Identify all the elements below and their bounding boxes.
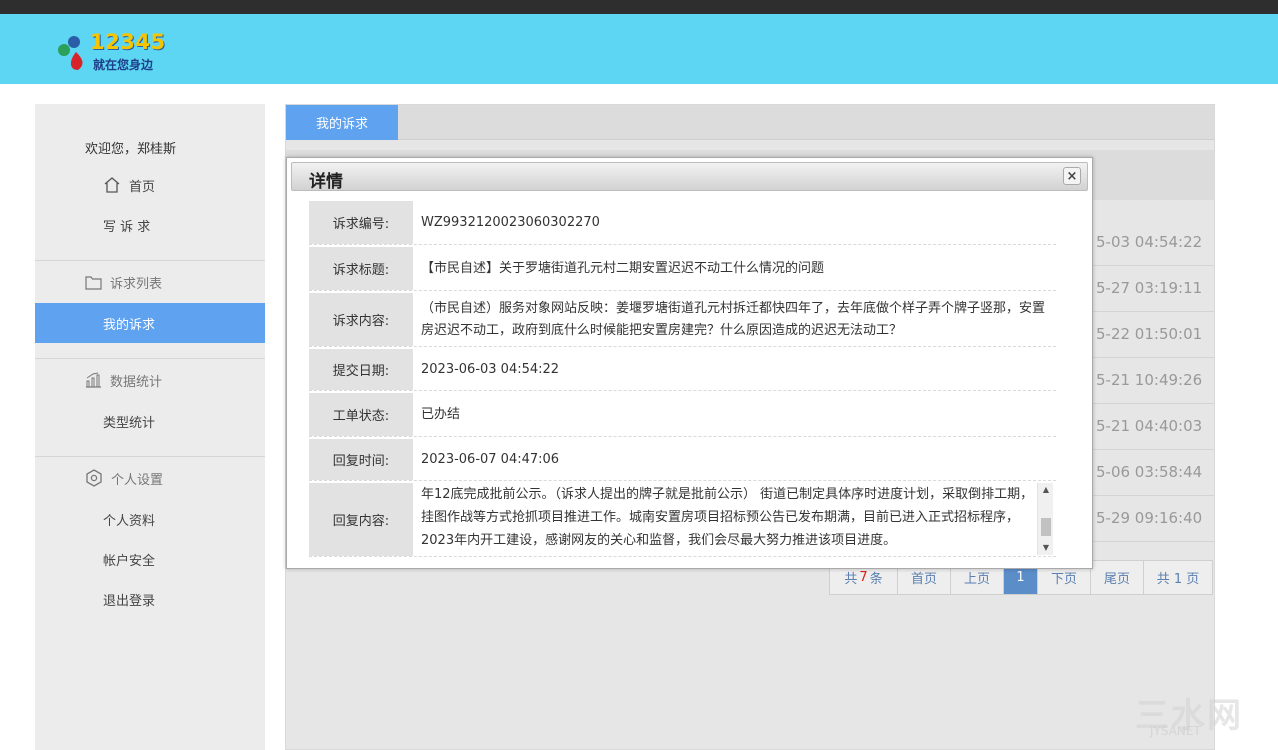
- pager-total-prefix: 共: [844, 572, 858, 587]
- detail-value: 已办结: [421, 406, 461, 422]
- detail-row-date: 提交日期: 2023-06-03 04:54:22: [309, 349, 1056, 391]
- dialog-title: 详情: [309, 172, 343, 192]
- sidebar-group-stats: 数据统计: [35, 360, 265, 400]
- sidebar-item-home[interactable]: 首页: [35, 165, 265, 205]
- reply-content-text: 年12底完成批前公示。（诉求人提出的牌子就是批前公示） 街道已制定具体序时进度计…: [421, 487, 1034, 548]
- dialog-title-bar[interactable]: 详情: [291, 162, 1088, 192]
- detail-label: 诉求内容:: [309, 293, 413, 346]
- reply-scrollbar[interactable]: ▲ ▼: [1037, 483, 1053, 555]
- detail-value: 2023-06-03 04:54:22: [421, 361, 560, 377]
- detail-value: （市民自述）服务对象网站反映：姜堰罗塘街道孔元村拆迁都快四年了，去年底做个样子弄…: [421, 300, 1046, 338]
- site-logo[interactable]: 12345 就在您身边: [56, 30, 166, 72]
- pager-page-count: 共 1 页: [1156, 572, 1200, 587]
- row-date: 5-29 09:16:40: [1096, 509, 1203, 527]
- row-date: 5-27 03:19:11: [1096, 279, 1203, 297]
- sidebar: 欢迎您，郑桂斯 首页 写 诉 求 诉求列表 我的诉求 数据统计 类型统计 个人设…: [35, 104, 265, 750]
- folder-icon: [85, 275, 102, 290]
- watermark-text: JYSANET: [1150, 724, 1201, 738]
- sidebar-item-label: 个人资料: [103, 513, 156, 529]
- sidebar-group-label: 个人设置: [111, 472, 164, 488]
- detail-label: 工单状态:: [309, 393, 413, 436]
- logo-dots-icon: [58, 36, 83, 70]
- pager-last-button[interactable]: 尾页: [1091, 561, 1144, 594]
- row-date: 5-21 04:40:03: [1096, 417, 1203, 435]
- sidebar-item-write[interactable]: 写 诉 求: [35, 205, 265, 245]
- sidebar-group-label: 诉求列表: [110, 276, 163, 292]
- detail-label: 提交日期:: [309, 349, 413, 390]
- detail-label: 诉求标题:: [309, 247, 413, 290]
- sidebar-group-appeal-list: 诉求列表: [35, 262, 265, 302]
- detail-label: 回复时间:: [309, 439, 413, 480]
- row-date: 5-21 10:49:26: [1096, 371, 1203, 389]
- detail-row-reply-time: 回复时间: 2023-06-07 04:47:06: [309, 439, 1056, 481]
- sidebar-group-settings: 个人设置: [35, 458, 265, 498]
- browser-top-bar: [0, 0, 1278, 14]
- detail-row-reply: 回复内容: 年12底完成批前公示。（诉求人提出的牌子就是批前公示） 街道已制定具…: [309, 483, 1056, 557]
- home-icon: [104, 177, 120, 193]
- detail-value: 2023-06-07 04:47:06: [421, 451, 560, 467]
- row-divider: [1086, 541, 1214, 542]
- welcome-text: 欢迎您，郑桂斯: [85, 142, 177, 157]
- sidebar-item-label: 类型统计: [103, 415, 156, 431]
- bar-chart-icon: [86, 372, 101, 388]
- pager-total-suffix: 条: [869, 572, 883, 587]
- detail-row-status: 工单状态: 已办结: [309, 393, 1056, 437]
- logo-number: 12345: [90, 30, 166, 54]
- close-button[interactable]: ×: [1063, 167, 1081, 185]
- close-icon: ×: [1066, 168, 1078, 184]
- sidebar-item-label: 我的诉求: [103, 317, 156, 333]
- row-date: 5-06 03:58:44: [1096, 463, 1203, 481]
- sidebar-item-my-appeals[interactable]: 我的诉求: [35, 303, 265, 343]
- sidebar-item-label: 写 诉 求: [103, 219, 151, 235]
- sidebar-item-label: 首页: [129, 179, 156, 195]
- row-date: 5-22 01:50:01: [1096, 325, 1203, 343]
- sidebar-item-account-security[interactable]: 帐户安全: [35, 539, 265, 579]
- row-divider: [1086, 357, 1214, 358]
- site-header: 12345 就在您身边: [0, 14, 1278, 84]
- detail-value: 【市民自述】关于罗塘街道孔元村二期安置迟迟不动工什么情况的问题: [421, 260, 825, 276]
- tab-bar: 我的诉求: [286, 105, 1214, 140]
- detail-row-id: 诉求编号: WZ9932120023060302270: [309, 201, 1056, 245]
- sidebar-item-type-stats[interactable]: 类型统计: [35, 401, 265, 441]
- sidebar-item-label: 帐户安全: [103, 553, 156, 569]
- sidebar-divider: [35, 456, 265, 457]
- detail-row-title: 诉求标题: 【市民自述】关于罗塘街道孔元村二期安置迟迟不动工什么情况的问题: [309, 247, 1056, 291]
- tab-my-appeals[interactable]: 我的诉求: [286, 105, 398, 140]
- detail-row-content: 诉求内容: （市民自述）服务对象网站反映：姜堰罗塘街道孔元村拆迁都快四年了，去年…: [309, 293, 1056, 347]
- sidebar-divider: [35, 358, 265, 359]
- reply-content-box[interactable]: 年12底完成批前公示。（诉求人提出的牌子就是批前公示） 街道已制定具体序时进度计…: [421, 483, 1053, 555]
- row-divider: [1086, 311, 1214, 312]
- row-divider: [1086, 495, 1214, 496]
- detail-label: 回复内容:: [309, 483, 413, 556]
- detail-value: WZ9932120023060302270: [421, 214, 600, 230]
- row-divider: [1086, 403, 1214, 404]
- scroll-down-icon[interactable]: ▼: [1041, 543, 1051, 553]
- detail-dialog: 详情 × 诉求编号: WZ9932120023060302270 诉求标题: 【…: [286, 157, 1093, 569]
- settings-hexagon-icon: [86, 469, 102, 487]
- logo-slogan: 就在您身边: [93, 58, 154, 72]
- sidebar-item-label: 退出登录: [103, 593, 156, 609]
- pager-total-count: 7: [859, 570, 868, 585]
- sidebar-divider: [35, 260, 265, 261]
- sidebar-group-label: 数据统计: [110, 374, 163, 390]
- row-divider: [1086, 265, 1214, 266]
- sidebar-item-logout[interactable]: 退出登录: [35, 579, 265, 619]
- row-date: 5-03 04:54:22: [1096, 233, 1203, 251]
- scroll-up-icon[interactable]: ▲: [1041, 485, 1051, 495]
- scroll-thumb[interactable]: [1041, 518, 1051, 536]
- sidebar-item-profile[interactable]: 个人资料: [35, 499, 265, 539]
- row-divider: [1086, 449, 1214, 450]
- detail-label: 诉求编号:: [309, 201, 413, 244]
